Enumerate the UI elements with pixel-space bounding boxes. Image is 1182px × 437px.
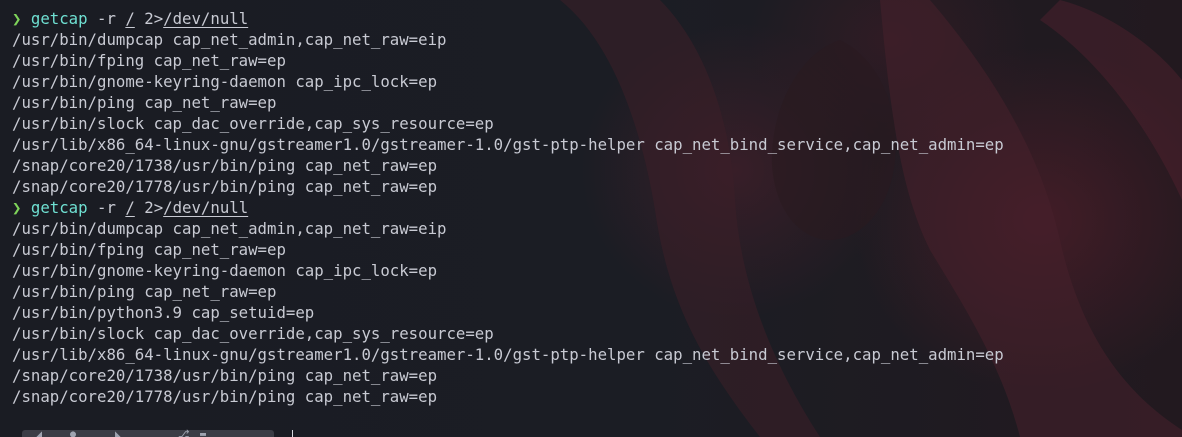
output-line: /usr/bin/fping cap_net_raw=ep [12, 240, 286, 259]
command-path-arg[interactable]: / [125, 9, 134, 28]
output-line: /usr/bin/dumpcap cap_net_admin,cap_net_r… [12, 30, 447, 49]
command-redirect: 2> [134, 198, 164, 217]
command-path-arg[interactable]: /dev/null [163, 198, 248, 217]
output-line: /usr/bin/ping cap_net_raw=ep [12, 93, 277, 112]
command-name: getcap [30, 9, 88, 28]
status-segment-icon: ◢ [36, 429, 43, 437]
prompt-line: ❯ getcap -r / 2>/dev/null [12, 8, 1178, 29]
status-segment-icon: ● [70, 429, 77, 437]
command-arg: -r [87, 198, 126, 217]
terminal-output: ❯ getcap -r / 2>/dev/null/usr/bin/dumpca… [12, 8, 1178, 407]
command-path-arg[interactable]: / [125, 198, 134, 217]
status-segment-icon: ⎇ [178, 429, 190, 437]
output-line: /usr/bin/gnome-keyring-daemon cap_ipc_lo… [12, 72, 438, 91]
command-path-arg[interactable]: /dev/null [163, 9, 248, 28]
output-line: /usr/bin/slock cap_dac_override,cap_sys_… [12, 114, 494, 133]
output-line: /usr/bin/dumpcap cap_net_admin,cap_net_r… [12, 219, 447, 238]
status-segment-icon: ▬ [200, 429, 207, 437]
command-arg: -r [87, 9, 126, 28]
output-line: /usr/bin/gnome-keyring-daemon cap_ipc_lo… [12, 261, 438, 280]
status-segment-icon: ◣ [115, 429, 122, 437]
output-line: /usr/bin/ping cap_net_raw=ep [12, 282, 277, 301]
output-line: /snap/core20/1738/usr/bin/ping cap_net_r… [12, 156, 438, 175]
terminal-window[interactable]: ❯ getcap -r / 2>/dev/null/usr/bin/dumpca… [0, 0, 1182, 437]
output-line: /usr/bin/slock cap_dac_override,cap_sys_… [12, 324, 494, 343]
output-line: /usr/bin/python3.9 cap_setuid=ep [12, 303, 315, 322]
output-line: /snap/core20/1778/usr/bin/ping cap_net_r… [12, 387, 438, 406]
text-cursor[interactable] [292, 430, 293, 437]
output-line: /usr/lib/x86_64-linux-gnu/gstreamer1.0/g… [12, 345, 1004, 364]
output-line: /snap/core20/1738/usr/bin/ping cap_net_r… [12, 366, 438, 385]
output-line: /snap/core20/1778/usr/bin/ping cap_net_r… [12, 177, 438, 196]
prompt-line: ❯ getcap -r / 2>/dev/null [12, 197, 1178, 218]
command-name: getcap [30, 198, 88, 217]
command-redirect: 2> [134, 9, 164, 28]
output-line: /usr/lib/x86_64-linux-gnu/gstreamer1.0/g… [12, 135, 1004, 154]
status-bar [22, 430, 274, 437]
output-line: /usr/bin/fping cap_net_raw=ep [12, 51, 286, 70]
